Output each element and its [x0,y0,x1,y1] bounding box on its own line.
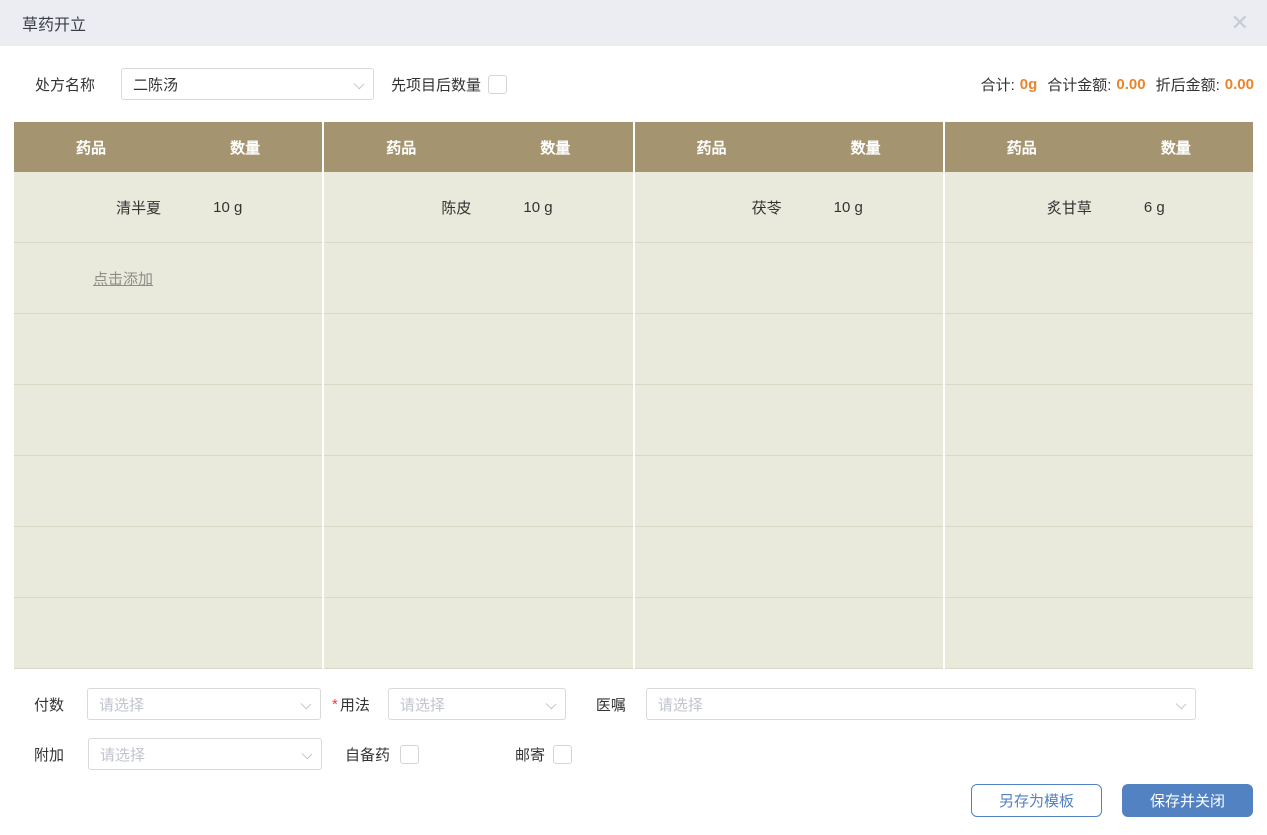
herb-row-empty [945,598,1253,669]
doses-select[interactable]: 请选择 [87,688,321,720]
table-header: 药品 数量 [324,122,632,172]
items-first-checkbox[interactable] [488,75,507,94]
herb-column-group-4: 药品 数量 炙甘草 6 g [945,122,1253,669]
herb-row-empty [324,385,632,456]
drug-qty: 10 g [478,199,632,216]
total-amount-label: 合计金额: [1047,74,1111,95]
herb-row-filled[interactable]: 炙甘草 6 g [945,172,1253,243]
chevron-down-icon [301,699,312,710]
advice-label: 医嘱 [596,694,626,715]
prescription-name-value: 二陈汤 [133,74,178,95]
drug-name: 茯苓 [635,197,789,218]
total-amount-value: 0.00 [1116,76,1145,93]
herb-row-empty [324,598,632,669]
drug-qty: 10 g [168,199,322,216]
close-icon[interactable]: ✕ [1231,12,1249,34]
footer-buttons: 另存为模板 保存并关闭 [0,784,1267,817]
dialog-titlebar: 草药开立 ✕ [0,0,1267,46]
dialog-title: 草药开立 [22,11,86,35]
advice-placeholder: 请选择 [658,694,703,715]
doses-label: 付数 [34,694,64,715]
totals-bar: 合计: 0g 合计金额: 0.00 折后金额: 0.00 [981,74,1254,95]
mail-label: 邮寄 [515,744,545,765]
col-header-qty: 数量 [1099,137,1253,158]
herb-row-empty [324,527,632,598]
extra-label: 附加 [34,744,64,765]
herb-column-group-2: 药品 数量 陈皮 10 g [324,122,632,669]
drug-qty: 10 g [789,199,943,216]
herb-column-group-1: 药品 数量 清半夏 10 g 点击添加 [14,122,322,669]
herb-row-empty [324,456,632,527]
herb-row-empty [14,527,322,598]
table-header: 药品 数量 [945,122,1253,172]
col-header-qty: 数量 [789,137,943,158]
herb-table: 药品 数量 清半夏 10 g 点击添加 药品 数量 陈皮 10 g [14,122,1253,669]
herb-row-empty [945,527,1253,598]
herb-row-filled[interactable]: 陈皮 10 g [324,172,632,243]
herb-row-empty [945,456,1253,527]
herb-row-empty [324,243,632,314]
herb-row-empty [14,385,322,456]
herb-row-add: 点击添加 [14,243,322,314]
col-header-drug: 药品 [324,137,478,158]
bottom-form: 付数 请选择 * 用法 请选择 医嘱 请选择 附加 请选择 [0,688,1267,770]
extra-placeholder: 请选择 [100,744,145,765]
usage-select[interactable]: 请选择 [388,688,566,720]
self-drug-label: 自备药 [345,744,390,765]
drug-name: 炙甘草 [945,197,1099,218]
items-first-label: 先项目后数量 [391,74,481,95]
herb-row-empty [945,314,1253,385]
save-as-template-button[interactable]: 另存为模板 [971,784,1102,817]
herb-row-empty [945,243,1253,314]
herb-row-empty [635,314,943,385]
col-header-drug: 药品 [635,137,789,158]
total-label: 合计: [981,74,1015,95]
save-and-close-button[interactable]: 保存并关闭 [1122,784,1253,817]
herb-row-empty [635,527,943,598]
herb-prescription-dialog: 草药开立 ✕ 处方名称 二陈汤 先项目后数量 合计: 0g 合计金额: 0.00… [0,0,1267,835]
drug-qty: 6 g [1099,199,1253,216]
chevron-down-icon [546,699,557,710]
doses-placeholder: 请选择 [99,694,144,715]
drug-name: 陈皮 [324,197,478,218]
chevron-down-icon [302,749,313,760]
herb-row-empty [635,243,943,314]
herb-column-group-3: 药品 数量 茯苓 10 g [635,122,943,669]
discount-amount-value: 0.00 [1225,76,1254,93]
prescription-name-label: 处方名称 [35,74,95,95]
bottom-form-row-2: 附加 请选择 自备药 邮寄 [14,738,1253,770]
col-header-drug: 药品 [14,137,168,158]
herb-row-empty [324,314,632,385]
mail-checkbox[interactable] [553,745,572,764]
extra-select[interactable]: 请选择 [88,738,322,770]
col-header-drug: 药品 [945,137,1099,158]
advice-select[interactable]: 请选择 [646,688,1196,720]
self-drug-checkbox[interactable] [400,745,419,764]
usage-label: 用法 [340,694,370,715]
herb-row-empty [14,456,322,527]
required-asterisk: * [332,696,338,713]
herb-row-filled[interactable]: 茯苓 10 g [635,172,943,243]
bottom-form-row-1: 付数 请选择 * 用法 请选择 医嘱 请选择 [14,688,1253,720]
discount-amount-label: 折后金额: [1156,74,1220,95]
drug-name: 清半夏 [14,197,168,218]
chevron-down-icon [354,79,365,90]
prescription-name-select[interactable]: 二陈汤 [121,68,374,100]
herb-row-empty [635,385,943,456]
col-header-qty: 数量 [168,137,322,158]
herb-row-empty [14,314,322,385]
herb-row-empty [945,385,1253,456]
col-header-qty: 数量 [478,137,632,158]
add-herb-link[interactable]: 点击添加 [93,268,153,289]
herb-row-empty [635,456,943,527]
herb-row-filled[interactable]: 清半夏 10 g [14,172,322,243]
herb-row-empty [14,598,322,669]
total-value: 0g [1020,76,1038,93]
herb-row-empty [635,598,943,669]
chevron-down-icon [1176,699,1187,710]
table-header: 药品 数量 [14,122,322,172]
usage-placeholder: 请选择 [400,694,445,715]
table-header: 药品 数量 [635,122,943,172]
top-form-row: 处方名称 二陈汤 先项目后数量 合计: 0g 合计金额: 0.00 折后金额: … [0,46,1267,122]
